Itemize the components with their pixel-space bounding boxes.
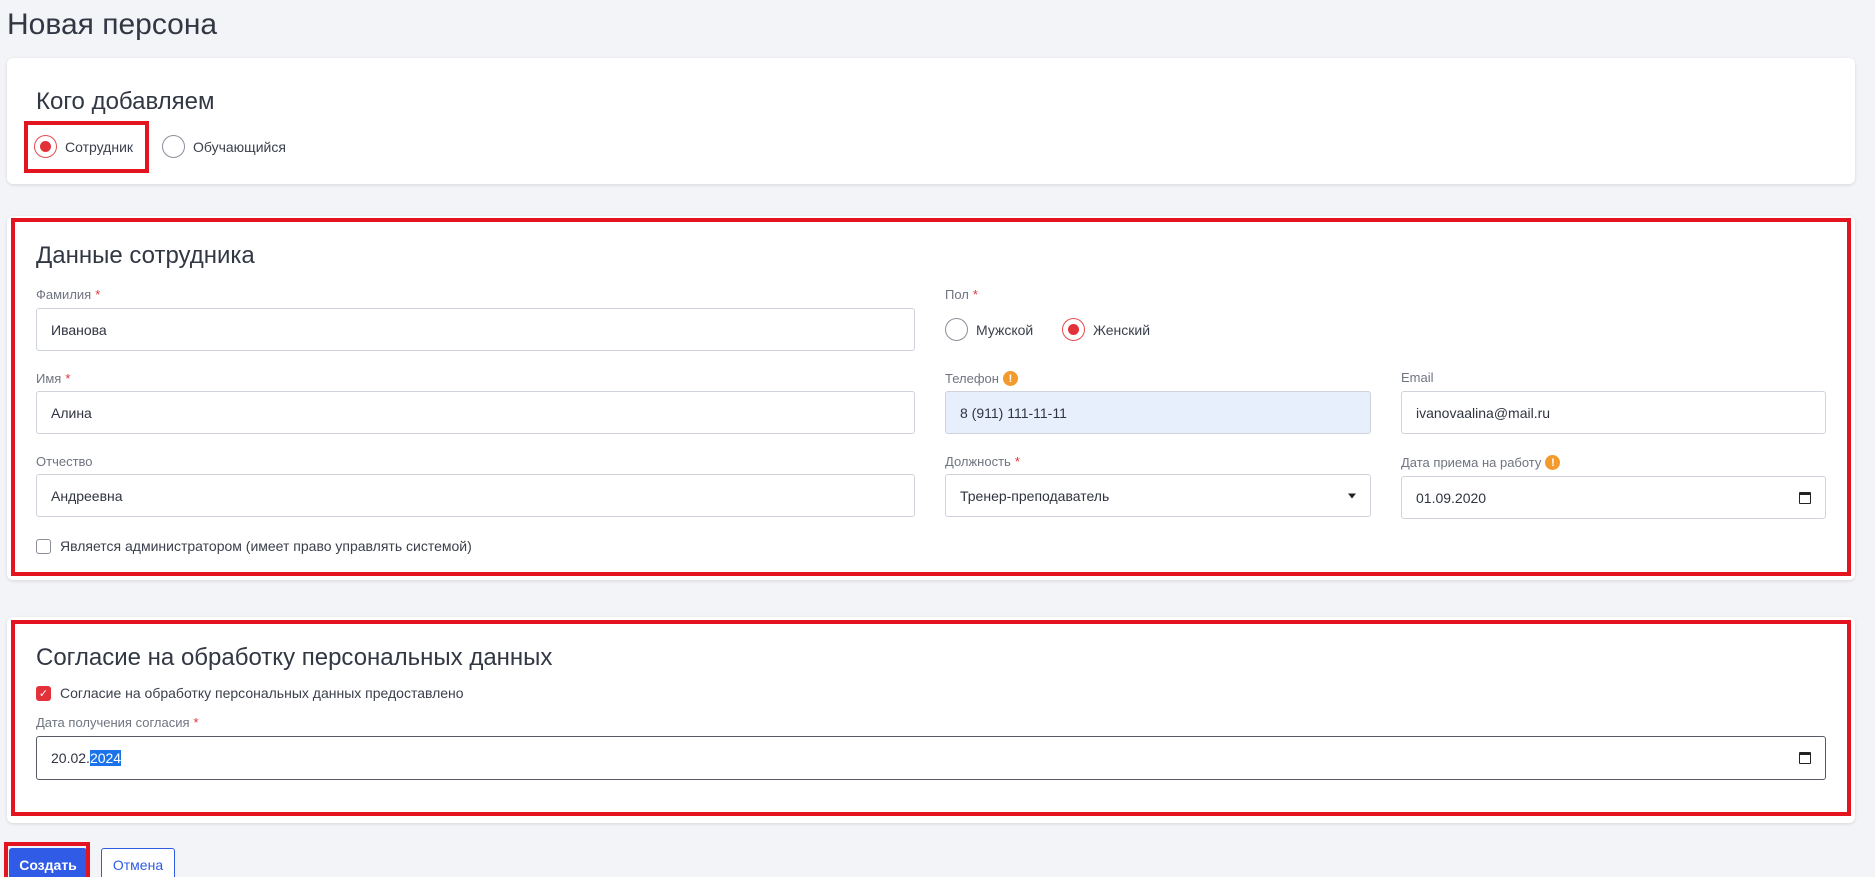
employee-section-title: Данные сотрудника xyxy=(36,242,255,269)
radio-employee-circle[interactable] xyxy=(34,135,57,158)
first-name-input[interactable]: Алина xyxy=(36,391,915,434)
is-admin-checkbox-label: Является администратором (имеет право уп… xyxy=(60,538,472,554)
hire-date-warning-icon[interactable]: ! xyxy=(1545,455,1561,470)
radio-gender-male-label: Мужской xyxy=(976,321,1034,338)
radio-student[interactable]: Обучающийся xyxy=(162,135,286,158)
consent-checkbox[interactable]: ✓ Согласие на обработку персональных дан… xyxy=(36,685,464,701)
radio-employee[interactable]: Сотрудник xyxy=(34,135,133,158)
consent-checkbox-box[interactable]: ✓ xyxy=(36,685,51,701)
first-name-label: Имя * xyxy=(36,371,71,386)
radio-gender-male-circle[interactable] xyxy=(945,318,968,341)
radio-gender-male[interactable]: Мужской xyxy=(945,318,1033,341)
email-input[interactable]: ivanovaalina@mail.ru xyxy=(1401,391,1826,434)
radio-gender-female-label: Женский xyxy=(1093,321,1151,338)
radio-gender-female-circle[interactable] xyxy=(1062,318,1085,341)
position-select[interactable]: Тренер-преподаватель xyxy=(945,474,1371,517)
radio-student-label: Обучающийся xyxy=(193,138,286,155)
hire-date-label: Дата приема на работу ! xyxy=(1401,455,1561,470)
radio-gender-female[interactable]: Женский xyxy=(1062,318,1150,341)
cancel-button[interactable]: Отмена xyxy=(101,848,175,877)
radio-student-circle[interactable] xyxy=(162,135,185,158)
position-label: Должность * xyxy=(945,454,1020,469)
calendar-icon[interactable] xyxy=(1799,752,1811,764)
is-admin-checkbox[interactable]: Является администратором (имеет право уп… xyxy=(36,538,472,554)
consent-checkbox-label: Согласие на обработку персональных данны… xyxy=(60,685,464,701)
email-label: Email xyxy=(1401,370,1434,385)
last-name-input[interactable]: Иванова xyxy=(36,308,915,351)
gender-label: Пол * xyxy=(945,287,978,302)
create-button[interactable]: Создать xyxy=(9,848,87,877)
page-title: Новая персона xyxy=(7,8,218,41)
consent-date-input[interactable]: 20.02. 2024 xyxy=(36,736,1826,780)
phone-input[interactable]: 8 (911) 111-11-11 xyxy=(945,391,1371,434)
chevron-down-icon xyxy=(1348,493,1356,498)
is-admin-checkbox-box[interactable] xyxy=(36,538,51,554)
patronymic-input[interactable]: Андреевна xyxy=(36,474,915,517)
phone-label: Телефон ! xyxy=(945,371,1018,386)
calendar-icon[interactable] xyxy=(1799,491,1811,504)
patronymic-label: Отчество xyxy=(36,454,93,469)
who-section-title: Кого добавляем xyxy=(36,88,215,115)
consent-date-label: Дата получения согласия * xyxy=(36,715,199,730)
who-section-card xyxy=(7,58,1855,184)
last-name-label: Фамилия * xyxy=(36,287,101,302)
hire-date-input[interactable]: 01.09.2020 xyxy=(1401,476,1826,519)
radio-employee-label: Сотрудник xyxy=(65,138,134,155)
phone-warning-icon[interactable]: ! xyxy=(1002,371,1018,386)
consent-section-title: Согласие на обработку персональных данны… xyxy=(36,644,553,671)
